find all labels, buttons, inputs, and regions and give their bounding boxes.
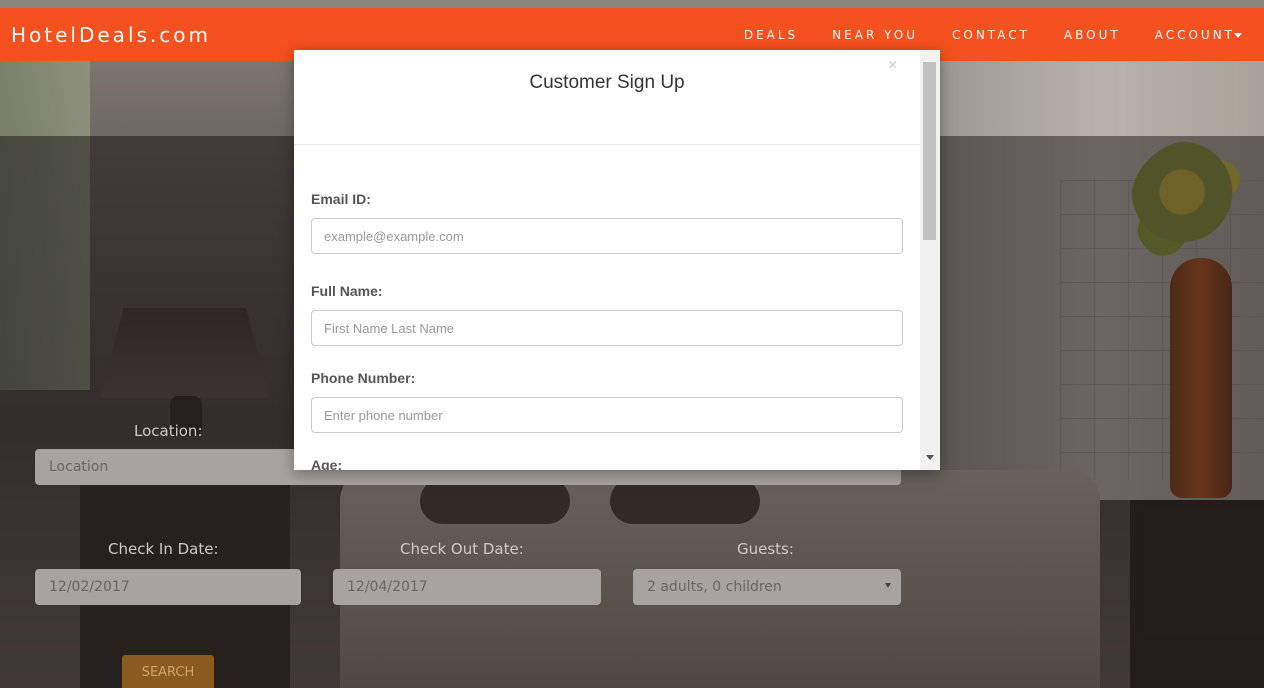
checkin-input[interactable]: 12/02/2017: [35, 569, 301, 605]
phone-field[interactable]: Enter phone number: [311, 397, 903, 433]
full-name-label: Full Name:: [311, 283, 383, 299]
guests-label: Guests:: [737, 540, 794, 558]
close-icon[interactable]: ×: [888, 57, 897, 75]
search-button[interactable]: SEARCH: [122, 655, 214, 688]
modal-title: Customer Sign Up: [529, 72, 685, 93]
phone-label: Phone Number:: [311, 370, 416, 386]
modal-header: Customer Sign Up ×: [294, 50, 920, 145]
location-label: Location:: [134, 422, 203, 440]
checkout-label: Check Out Date:: [400, 540, 524, 558]
scrollbar-thumb[interactable]: [923, 62, 936, 240]
checkout-input[interactable]: 12/04/2017: [333, 569, 601, 605]
signup-modal: Customer Sign Up × Email ID: example@exa…: [294, 50, 940, 470]
select-arrow-icon: [885, 583, 891, 588]
email-label: Email ID:: [311, 191, 371, 207]
guests-value: 2 adults, 0 children: [647, 579, 782, 595]
checkin-label: Check In Date:: [108, 540, 219, 558]
full-name-field[interactable]: First Name Last Name: [311, 310, 903, 346]
modal-scrollbar[interactable]: [920, 50, 940, 470]
guests-select[interactable]: 2 adults, 0 children: [633, 569, 901, 605]
age-label: Age:: [311, 457, 343, 470]
email-field[interactable]: example@example.com: [311, 218, 903, 254]
scroll-down-icon[interactable]: [926, 455, 934, 460]
